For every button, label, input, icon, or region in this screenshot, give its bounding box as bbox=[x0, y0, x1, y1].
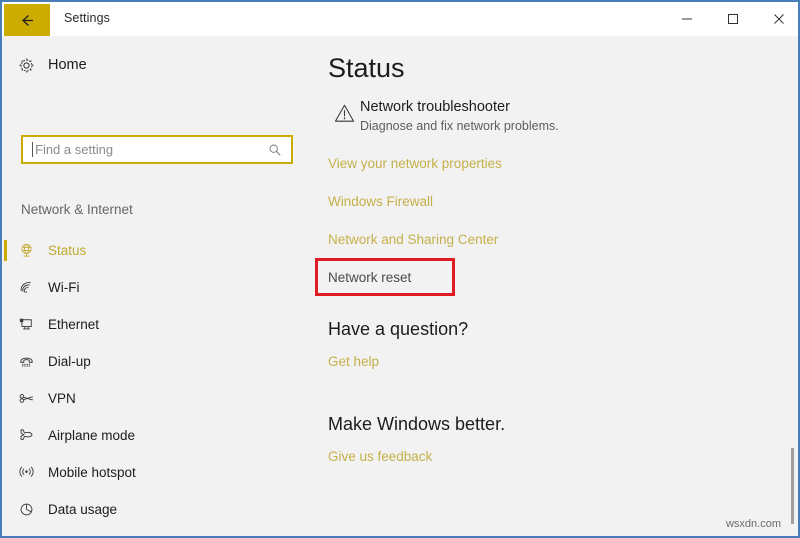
sidebar-item-ethernet-label: Ethernet bbox=[48, 317, 100, 332]
wifi-icon bbox=[4, 279, 48, 296]
link-get-help[interactable]: Get help bbox=[328, 354, 379, 369]
settings-window: Settings Home Find a setting Network & I… bbox=[0, 0, 800, 538]
sidebar-item-mobile-hotspot-label: Mobile hotspot bbox=[48, 465, 136, 480]
network-troubleshooter-block[interactable]: Network troubleshooter Diagnose and fix … bbox=[328, 98, 559, 135]
text-caret bbox=[32, 142, 33, 157]
sidebar-item-vpn-label: VPN bbox=[48, 391, 76, 406]
sidebar-item-airplane-mode[interactable]: Airplane mode bbox=[4, 417, 309, 454]
back-arrow-icon bbox=[21, 14, 33, 26]
troubleshooter-description: Diagnose and fix network problems. bbox=[360, 119, 559, 133]
back-button[interactable] bbox=[4, 4, 50, 36]
main-content: Status Network troubleshooter Diagnose a… bbox=[309, 36, 796, 534]
maximize-button[interactable] bbox=[710, 2, 756, 36]
search-icon[interactable] bbox=[268, 143, 282, 157]
sidebar-item-dialup[interactable]: Dial-up bbox=[4, 343, 309, 380]
sidebar-item-wifi[interactable]: Wi-Fi bbox=[4, 269, 309, 306]
sidebar-item-mobile-hotspot[interactable]: Mobile hotspot bbox=[4, 454, 309, 491]
sidebar-item-home-label: Home bbox=[48, 57, 87, 73]
page-title: Status bbox=[328, 53, 405, 83]
dialup-phone-icon bbox=[4, 353, 48, 370]
window-title: Settings bbox=[64, 11, 110, 25]
search-placeholder: Find a setting bbox=[35, 142, 114, 157]
sidebar-item-data-usage[interactable]: Data usage bbox=[4, 491, 309, 528]
hotspot-icon bbox=[4, 464, 48, 481]
link-windows-firewall[interactable]: Windows Firewall bbox=[328, 194, 433, 209]
globe-network-icon bbox=[4, 242, 48, 259]
sidebar: Home Find a setting Network & Internet S… bbox=[4, 36, 309, 534]
search-input[interactable]: Find a setting bbox=[21, 135, 293, 164]
troubleshooter-title: Network troubleshooter bbox=[360, 99, 510, 115]
link-view-network-properties[interactable]: View your network properties bbox=[328, 156, 502, 171]
sidebar-item-ethernet[interactable]: Ethernet bbox=[4, 306, 309, 343]
link-network-and-sharing-center[interactable]: Network and Sharing Center bbox=[328, 232, 498, 247]
sidebar-item-dialup-label: Dial-up bbox=[48, 354, 91, 369]
have-a-question-heading: Have a question? bbox=[328, 319, 469, 339]
maximize-icon bbox=[728, 14, 738, 24]
watermark: wsxdn.com bbox=[725, 518, 781, 530]
sidebar-item-data-usage-label: Data usage bbox=[48, 502, 118, 517]
selection-indicator bbox=[4, 240, 7, 261]
window-controls bbox=[664, 2, 798, 36]
minimize-icon bbox=[682, 18, 692, 20]
close-button[interactable] bbox=[756, 2, 798, 36]
make-windows-better-heading: Make Windows better. bbox=[328, 414, 506, 434]
sidebar-item-vpn[interactable]: VPN bbox=[4, 380, 309, 417]
pie-chart-icon bbox=[4, 501, 48, 518]
vpn-key-icon bbox=[4, 390, 48, 407]
vertical-scrollbar[interactable] bbox=[789, 36, 796, 534]
link-network-reset[interactable]: Network reset bbox=[328, 270, 411, 285]
sidebar-item-wifi-label: Wi-Fi bbox=[48, 280, 80, 295]
sidebar-section-header: Network & Internet bbox=[21, 202, 133, 217]
close-icon bbox=[774, 14, 784, 24]
sidebar-item-home[interactable]: Home bbox=[4, 48, 309, 82]
sidebar-item-status[interactable]: Status bbox=[4, 232, 309, 269]
sidebar-item-airplane-mode-label: Airplane mode bbox=[48, 428, 136, 443]
sidebar-item-status-label: Status bbox=[48, 243, 87, 258]
sidebar-nav-list: Status Wi-Fi Ethernet Dial-up VPN Airpla… bbox=[4, 232, 309, 528]
link-give-us-feedback[interactable]: Give us feedback bbox=[328, 449, 432, 464]
gear-icon bbox=[4, 57, 48, 74]
minimize-button[interactable] bbox=[664, 2, 710, 36]
troubleshooter-text: Network troubleshooter Diagnose and fix … bbox=[360, 98, 559, 135]
title-bar: Settings bbox=[2, 0, 798, 36]
scrollbar-thumb[interactable] bbox=[791, 448, 794, 524]
ethernet-icon bbox=[4, 316, 48, 333]
warning-triangle-icon bbox=[328, 98, 360, 125]
airplane-icon bbox=[4, 427, 48, 444]
